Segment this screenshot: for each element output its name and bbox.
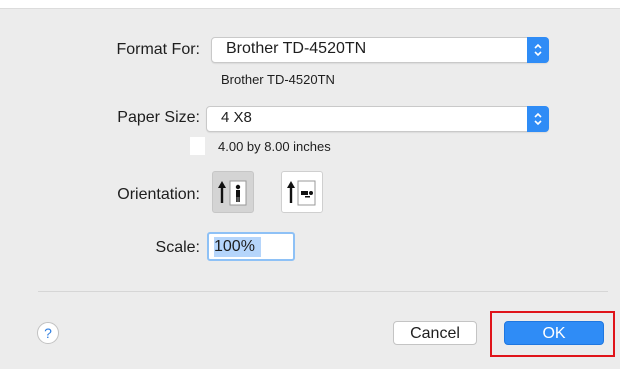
- orientation-portrait-button[interactable]: [212, 171, 254, 213]
- popup-chevrons-icon: [527, 37, 549, 63]
- format-for-value: Brother TD-4520TN: [226, 40, 367, 57]
- paper-size-label: Paper Size:: [117, 109, 200, 126]
- landscape-orientation-icon: [287, 180, 316, 206]
- paper-size-value: 4 X8: [221, 109, 252, 126]
- window-top-edge: [0, 0, 620, 9]
- divider: [38, 291, 608, 292]
- scale-field[interactable]: [207, 232, 295, 261]
- cancel-button[interactable]: Cancel: [393, 321, 477, 345]
- paper-size-subtitle: 4.00 by 8.00 inches: [218, 139, 331, 154]
- orientation-label: Orientation:: [117, 186, 200, 203]
- scale-label: Scale:: [155, 239, 200, 256]
- popup-chevrons-icon: [527, 106, 549, 132]
- format-for-label: Format For:: [116, 41, 200, 58]
- format-for-popup[interactable]: Brother TD-4520TN: [211, 37, 549, 63]
- format-for-subtitle: Brother TD-4520TN: [221, 72, 335, 87]
- ok-highlight-annotation: [490, 311, 615, 357]
- portrait-orientation-icon: [218, 180, 247, 206]
- help-button[interactable]: ?: [37, 322, 59, 344]
- paper-size-popup[interactable]: 4 X8: [206, 106, 549, 132]
- orientation-landscape-button[interactable]: [281, 171, 323, 213]
- scale-input[interactable]: [209, 235, 294, 259]
- blank-patch: [190, 137, 205, 155]
